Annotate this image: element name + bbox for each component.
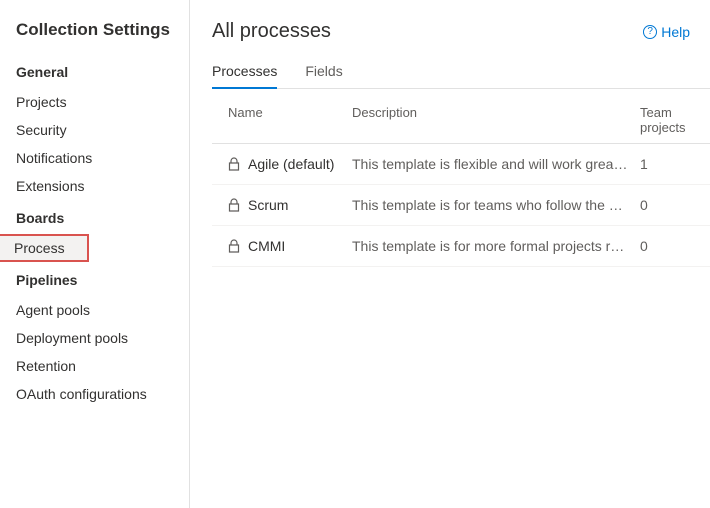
col-header-name[interactable]: Name (212, 105, 352, 135)
sidebar-section-pipelines: Pipelines (0, 262, 189, 296)
page-title: All processes (212, 20, 331, 43)
sidebar-item-process[interactable]: Process (0, 234, 89, 262)
cell-name: Scrum (248, 197, 288, 213)
sidebar-item-deployment-pools[interactable]: Deployment pools (0, 324, 189, 352)
cell-description: This template is for teams who follow th… (352, 197, 640, 213)
process-table: Name Description Team projects Agile (de… (212, 95, 710, 267)
cell-name: CMMI (248, 238, 285, 254)
sidebar-item-retention[interactable]: Retention (0, 352, 189, 380)
help-link[interactable]: ? Help (643, 24, 690, 40)
col-header-team-projects[interactable]: Team projects (640, 105, 710, 135)
sidebar-item-oauth-configurations[interactable]: OAuth configurations (0, 380, 189, 408)
lock-icon (228, 198, 240, 212)
sidebar: Collection Settings General Projects Sec… (0, 0, 190, 508)
sidebar-item-notifications[interactable]: Notifications (0, 144, 189, 172)
help-icon: ? (643, 25, 657, 39)
sidebar-title: Collection Settings (0, 20, 189, 54)
table-row[interactable]: Scrum This template is for teams who fol… (212, 185, 710, 226)
col-header-description[interactable]: Description (352, 105, 640, 135)
tab-fields[interactable]: Fields (305, 57, 342, 89)
table-row[interactable]: Agile (default) This template is flexibl… (212, 144, 710, 185)
cell-description: This template is flexible and will work … (352, 156, 640, 172)
main-content: All processes ? Help Processes Fields Na… (190, 0, 710, 508)
table-header: Name Description Team projects (212, 95, 710, 144)
sidebar-item-extensions[interactable]: Extensions (0, 172, 189, 200)
sidebar-section-general: General (0, 54, 189, 88)
sidebar-item-agent-pools[interactable]: Agent pools (0, 296, 189, 324)
cell-count: 0 (640, 238, 710, 254)
sidebar-item-projects[interactable]: Projects (0, 88, 189, 116)
tab-processes[interactable]: Processes (212, 57, 277, 89)
table-row[interactable]: CMMI This template is for more formal pr… (212, 226, 710, 267)
cell-count: 1 (640, 156, 710, 172)
help-label: Help (661, 24, 690, 40)
cell-count: 0 (640, 197, 710, 213)
lock-icon (228, 239, 240, 253)
sidebar-section-boards: Boards (0, 200, 189, 234)
cell-description: This template is for more formal project… (352, 238, 640, 254)
cell-name: Agile (default) (248, 156, 334, 172)
tabs: Processes Fields (212, 57, 710, 89)
lock-icon (228, 157, 240, 171)
sidebar-item-security[interactable]: Security (0, 116, 189, 144)
